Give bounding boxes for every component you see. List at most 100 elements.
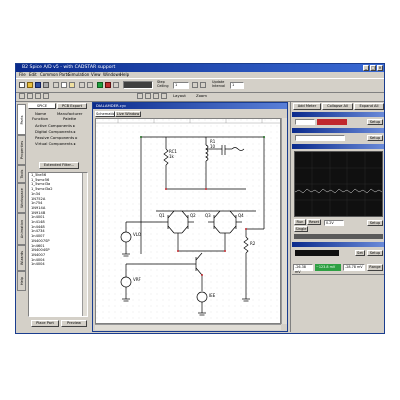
parts-panel: SPICE PCB Export Name Manufacturer Funct… [27,102,91,330]
layout-menu[interactable]: Layout [173,93,186,98]
label-iee: IEE [209,293,216,298]
place-part-button[interactable]: Place Part [31,320,59,327]
maximize-button[interactable]: □ [370,65,376,71]
pause-icon[interactable] [113,82,119,88]
label-r1-value: 10 [210,144,216,149]
probe-icon[interactable] [161,93,167,99]
category-digital[interactable]: Digital Components ▸ [35,129,76,134]
run-icon[interactable] [97,82,103,88]
wire-tool-icon[interactable] [27,93,33,99]
circuit-diagram: RC1 1k R1 10 Q1 Q2 Q3 Q4 VLO VRF R2 IEE [96,119,280,323]
label-q4: Q4 [238,213,244,218]
stop-icon[interactable] [105,82,111,88]
column-palette[interactable]: Palette [63,116,76,121]
undo-icon[interactable] [79,82,85,88]
time-display [123,81,153,89]
parts-list[interactable]: 1_5ke56 1_5smc56 1_5smcl3a 1_5smcl3a2 1n… [28,172,88,317]
meter-3-setup-button[interactable]: Setup [367,250,383,256]
cut-icon[interactable] [53,82,59,88]
readout-left: -26.38 mV [293,264,313,274]
collapse-all-button[interactable]: Collapse All [322,103,353,110]
rotate-icon[interactable] [137,93,143,99]
new-file-icon[interactable] [19,82,25,88]
side-tab-tools[interactable]: Tools [17,165,26,183]
oscilloscope-display [294,151,383,217]
tab-live-window[interactable]: Live Window [115,111,141,117]
column-function[interactable]: Function [32,116,48,121]
instruments-empty-area [292,274,384,331]
label-r2: R2 [250,241,256,246]
meter-2-header[interactable] [292,128,384,133]
expand-all-button[interactable]: Expand All [354,103,384,110]
preview-button[interactable]: Preview [61,320,87,327]
meter-1-display [295,119,315,125]
toolbar-secondary: Layout Zoom [16,91,384,102]
instruments-panel: Add Meter Collapse All Expand All Setup … [290,102,384,332]
category-virtual[interactable]: Virtual Components ▸ [35,141,76,146]
flip-icon[interactable] [145,93,151,99]
close-button[interactable]: × [377,65,383,71]
label-q1: Q1 [159,213,165,218]
readout-center: ~123.8 mV [315,264,341,271]
schematic-hscrollbar[interactable] [95,324,281,330]
scope-single-button[interactable]: Single [294,226,308,232]
side-tab-parts[interactable]: Parts [17,104,26,135]
side-tab-animation[interactable]: Animation [17,213,26,245]
step-ceiling-label: Step Ceiling [157,80,169,88]
schematic-canvas[interactable]: RC1 1k R1 10 Q1 Q2 Q3 Q4 VLO VRF R2 IEE [95,118,281,324]
meter-3-header[interactable] [292,242,384,247]
step-back-icon[interactable] [192,82,198,88]
step-ceiling-input[interactable]: 1 [173,82,189,89]
label-q2: Q2 [190,213,196,218]
add-meter-button[interactable]: Add Meter [293,103,321,110]
print-icon[interactable] [43,82,49,88]
minimize-button[interactable]: _ [363,65,369,71]
meter-2-setup-button[interactable]: Setup [367,135,383,141]
copy-icon[interactable] [61,82,67,88]
label-q3: Q3 [205,213,211,218]
select-tool-icon[interactable] [19,93,25,99]
save-icon[interactable] [35,82,41,88]
tab-spice[interactable]: SPICE [28,103,56,109]
category-active[interactable]: Active Components ▸ [35,123,75,128]
redo-icon[interactable] [87,82,93,88]
schematic-vscrollbar[interactable] [281,118,287,324]
update-interval-label: Update Interval [212,80,225,88]
extended-filter-button[interactable]: Extended Filter... [39,162,79,169]
scope-reset-button[interactable]: Reset [307,219,321,225]
side-tab-workspace[interactable]: Workspace [17,183,26,213]
ground-tool-icon[interactable] [43,93,49,99]
scope-setup-button[interactable]: Setup [367,220,383,226]
meter-3-display [295,250,339,256]
range-button[interactable]: Range [367,264,383,271]
app-window: B2 Spice A/D v5 - with CADSTAR support _… [15,63,385,334]
parts-list-scrollbar[interactable] [82,173,87,316]
side-tab-wizards[interactable]: Wizards [17,245,26,271]
readout-row: -26.38 mV ~123.8 mV -28.78 mV Range [293,264,384,274]
meter-1-setup-button[interactable]: Setup [367,119,383,125]
scope-header[interactable] [292,144,384,149]
zoom-menu[interactable]: Zoom [196,93,207,98]
open-folder-icon[interactable] [27,82,33,88]
side-tab-properties[interactable]: Properties [17,135,26,165]
title-bar: B2 Spice A/D v5 - with CADSTAR support _… [16,64,384,72]
grid-icon[interactable] [153,93,159,99]
side-tab-help[interactable]: Help [17,271,26,291]
schematic-window: DIALAMDER.cyc Schematic Live Window RC1 … [92,102,288,332]
meter-2-display [295,135,345,141]
step-forward-icon[interactable] [200,82,206,88]
vdiv-field[interactable]: 0.2V [324,220,344,226]
update-interval-input[interactable]: 1 [230,82,244,89]
tab-schematic[interactable]: Schematic [95,111,115,117]
tab-pcb-export[interactable]: PCB Export [57,103,87,109]
meter-3-set-button[interactable]: Set [355,250,365,256]
readout-right: -28.78 mV [343,264,365,271]
text-tool-icon[interactable] [35,93,41,99]
category-passive[interactable]: Passive Components ▸ [35,135,77,140]
paste-icon[interactable] [69,82,75,88]
scope-run-button[interactable]: Run [294,219,306,225]
list-item[interactable]: 1n4004 [31,262,45,267]
meter-1-header[interactable] [292,112,384,117]
schematic-title: DIALAMDER.cyc [96,103,127,108]
label-vrf: VRF [133,277,142,282]
